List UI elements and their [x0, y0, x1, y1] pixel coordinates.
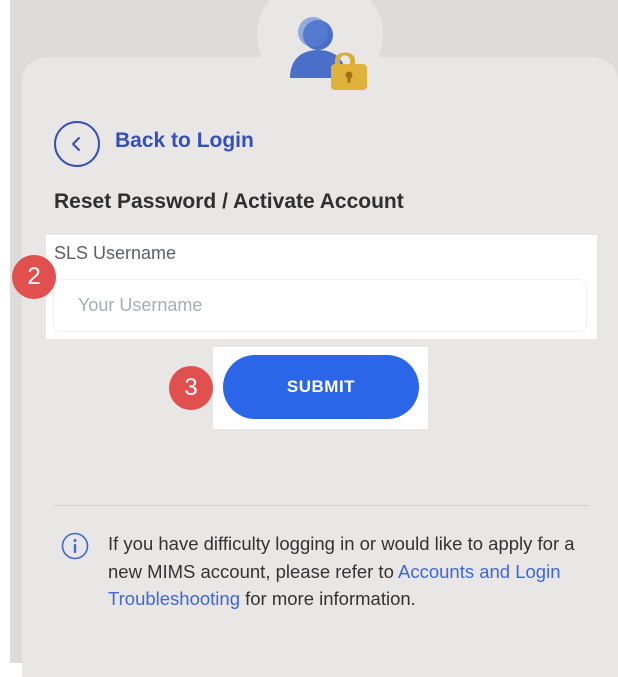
back-to-login-link[interactable]: Back to Login [115, 129, 254, 153]
divider [54, 505, 588, 506]
user-lock-icon [290, 17, 367, 90]
back-to-login-button[interactable] [54, 121, 100, 167]
username-label: SLS Username [54, 243, 177, 263]
step-marker-3: 3 [169, 366, 213, 410]
username-input[interactable] [53, 279, 587, 332]
chevron-left-icon [72, 137, 80, 151]
help-text: If you have difficulty logging in or wou… [108, 530, 578, 613]
help-text-after: for more information. [239, 588, 416, 609]
step-marker-2: 2 [12, 255, 56, 299]
submit-button[interactable]: SUBMIT [223, 355, 419, 419]
form-title: Reset Password / Activate Account [54, 190, 404, 213]
info-icon [61, 532, 89, 560]
